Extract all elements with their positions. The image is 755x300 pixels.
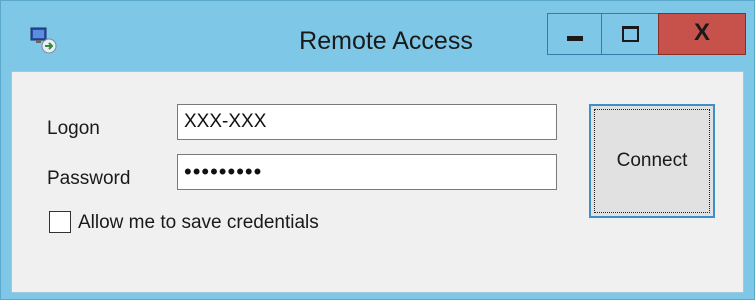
dialog-body: Logon Password Allow me to save credenti… bbox=[11, 71, 744, 293]
window-title: Remote Access bbox=[299, 27, 473, 55]
remote-access-app-icon[interactable] bbox=[29, 25, 59, 55]
close-icon: X bbox=[693, 19, 710, 46]
minimize-button[interactable] bbox=[547, 13, 602, 55]
maximize-icon bbox=[622, 26, 639, 42]
title-bar[interactable]: Remote Access X bbox=[1, 1, 754, 71]
remote-access-window: Remote Access X Logon Password Allow me … bbox=[0, 0, 755, 300]
password-label: Password bbox=[47, 168, 131, 189]
logon-input[interactable] bbox=[177, 104, 557, 140]
connect-button-label: Connect bbox=[616, 150, 688, 171]
close-button[interactable]: X bbox=[658, 13, 746, 55]
save-credentials-checkbox[interactable] bbox=[49, 211, 71, 233]
logon-label: Logon bbox=[47, 118, 100, 139]
maximize-button[interactable] bbox=[602, 13, 658, 55]
connect-button[interactable]: Connect bbox=[589, 104, 715, 218]
save-credentials-label[interactable]: Allow me to save credentials bbox=[78, 212, 319, 234]
minimize-icon bbox=[567, 36, 583, 41]
password-input[interactable] bbox=[177, 154, 557, 190]
